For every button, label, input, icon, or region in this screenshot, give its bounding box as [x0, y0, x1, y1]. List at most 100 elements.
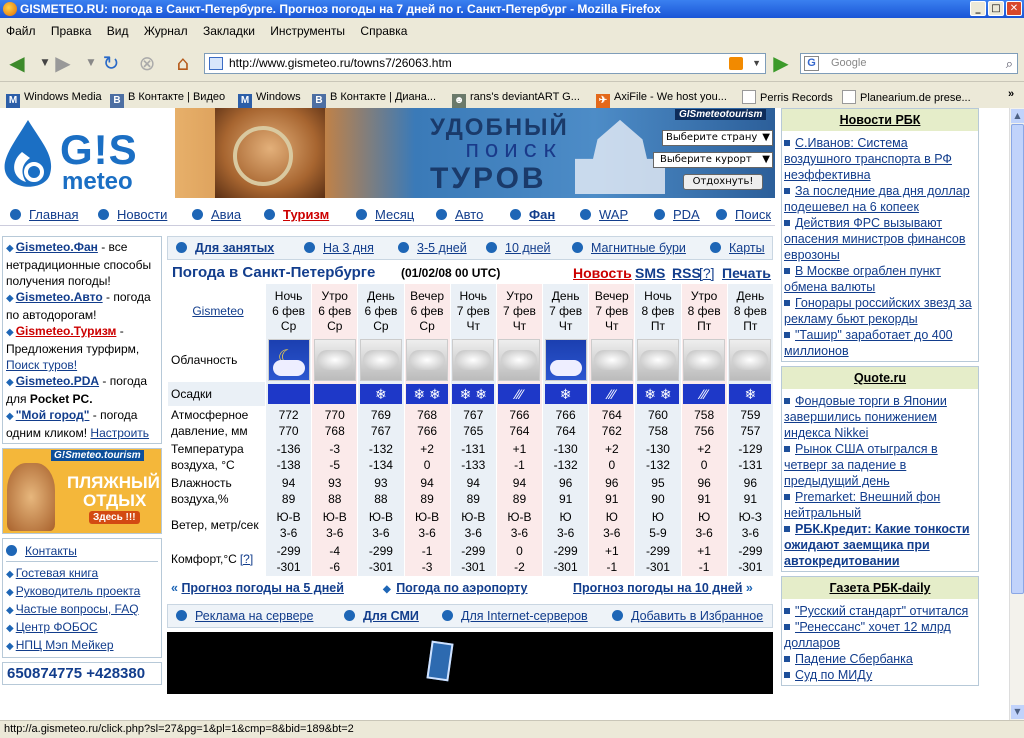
- menu-help[interactable]: Справка: [354, 20, 413, 42]
- close-button[interactable]: ✕: [1006, 1, 1022, 16]
- nav-avia[interactable]: Авиа: [192, 207, 241, 222]
- manager-item[interactable]: ◆ Руководитель проекта: [6, 583, 158, 601]
- news-item[interactable]: РБК.Кредит: Какие тонкости ожидают заемщ…: [784, 521, 976, 569]
- minimize-button[interactable]: _: [970, 1, 986, 16]
- ad-here-button[interactable]: Здесь !!!: [89, 511, 140, 524]
- gismeteo-source-link[interactable]: Gismeteo: [192, 304, 243, 318]
- contacts-link[interactable]: Контакты: [25, 544, 77, 558]
- scroll-up-icon[interactable]: ▲: [1011, 109, 1024, 123]
- beach-ad-banner[interactable]: G!Smeteo.tourism ПЛЯЖНЫЙ ОТДЫХ Здесь !!!: [2, 448, 162, 534]
- bookmark-item[interactable]: ☻ rans's deviantART G...: [452, 90, 580, 108]
- news-item[interactable]: Рынок США отыгрался в четверг за падение…: [784, 441, 976, 489]
- search-magnifier-icon[interactable]: ⌕: [1006, 54, 1013, 73]
- nav-wap[interactable]: WAP: [580, 207, 628, 222]
- nav-busy[interactable]: Для занятых: [176, 241, 274, 255]
- back-arrow-icon[interactable]: ◀: [4, 51, 30, 75]
- guestbook-item[interactable]: ◆ Гостевая книга: [6, 565, 158, 583]
- more-bookmarks-icon[interactable]: »: [1008, 88, 1014, 100]
- nav-month[interactable]: Месяц: [356, 207, 414, 222]
- quote-title[interactable]: Quote.ru: [782, 367, 978, 389]
- scroll-down-icon[interactable]: ▼: [1011, 705, 1024, 719]
- scroll-thumb[interactable]: [1011, 124, 1024, 594]
- menu-tools[interactable]: Инструменты: [264, 20, 351, 42]
- nav-tourism[interactable]: Туризм: [264, 207, 329, 222]
- news-item[interactable]: "Ташир" заработает до 400 миллионов: [784, 327, 976, 359]
- comfort-help-link[interactable]: [?]: [240, 552, 253, 566]
- news-item[interactable]: Суд по МИДу: [784, 667, 976, 683]
- media-link[interactable]: Для СМИ: [344, 609, 419, 623]
- go-vacation-button[interactable]: Отдохнуть!: [683, 174, 763, 190]
- resort-select[interactable]: Выберите курорт ▼: [653, 152, 773, 168]
- news-item[interactable]: Premarket: Внешний фон нейтральный: [784, 489, 976, 521]
- news-item[interactable]: С.Иванов: Система воздушного транспорта …: [784, 135, 976, 183]
- country-select[interactable]: Выберите страну ▼: [662, 130, 773, 146]
- fan-link[interactable]: Gismeteo.Фан: [16, 240, 98, 254]
- nav-maps[interactable]: Карты: [710, 241, 765, 255]
- forward-arrow-icon[interactable]: ▶: [50, 51, 76, 75]
- vertical-scrollbar[interactable]: ▲ ▼: [1009, 108, 1024, 720]
- nav-3days[interactable]: На 3 дня: [304, 241, 374, 255]
- menu-history[interactable]: Журнал: [138, 20, 194, 42]
- maximize-button[interactable]: □: [988, 1, 1004, 16]
- auto-link[interactable]: Gismeteo.Авто: [16, 290, 103, 304]
- tourism-link[interactable]: Gismeteo.Туризм: [16, 324, 117, 338]
- pda-link[interactable]: Gismeteo.PDA: [16, 374, 99, 388]
- search-input[interactable]: G Google ⌕: [800, 53, 1018, 74]
- internet-servers-link[interactable]: Для Internet-серверов: [442, 609, 588, 623]
- setup-link[interactable]: Настроить: [90, 426, 149, 440]
- news-item[interactable]: За последние два дня доллар подешевел на…: [784, 183, 976, 215]
- forecast-10days-link[interactable]: Прогноз погоды на 10 дней »: [573, 581, 753, 595]
- menu-view[interactable]: Вид: [101, 20, 135, 42]
- news-item[interactable]: "Русский стандарт" отчитался: [784, 603, 976, 619]
- tourism-banner[interactable]: УДОБНЫЙ поиск ТУРОВ GISmeteotourism Выбе…: [175, 108, 775, 198]
- sms-link[interactable]: SMS: [635, 265, 665, 281]
- mapmaker-item[interactable]: ◆ НПЦ Мэп Мейкер: [6, 637, 158, 655]
- home-icon[interactable]: ⌂: [170, 51, 196, 75]
- bookmark-item[interactable]: M Windows: [238, 90, 301, 108]
- menu-edit[interactable]: Правка: [45, 20, 98, 42]
- airport-link[interactable]: ◆ Погода по аэропорту: [383, 581, 528, 595]
- bookmark-item[interactable]: BВ Контакте | Диана...: [312, 90, 436, 108]
- stop-icon[interactable]: ⊗: [134, 51, 160, 75]
- nav-search[interactable]: Поиск: [716, 207, 771, 222]
- search-engine-icon[interactable]: G: [804, 56, 819, 71]
- nav-auto[interactable]: Авто: [436, 207, 483, 222]
- nav-pda[interactable]: PDA: [654, 207, 700, 222]
- bookmark-item[interactable]: Planearium.de prese...: [842, 90, 971, 105]
- gismeteo-logo[interactable]: G!S meteo: [0, 108, 174, 198]
- nav-magnetic[interactable]: Магнитные бури: [572, 241, 686, 255]
- nav-fan[interactable]: Фан: [510, 207, 555, 222]
- bottom-ad-banner[interactable]: [167, 632, 773, 694]
- add-favorites-link[interactable]: Добавить в Избранное: [612, 609, 763, 623]
- nav-home[interactable]: Главная: [10, 207, 78, 222]
- bookmark-item[interactable]: BВ Контакте | Видео: [110, 90, 225, 108]
- rss-link[interactable]: RSS: [672, 265, 701, 281]
- news-item[interactable]: Действия ФРС вызывают опасения министров…: [784, 215, 976, 263]
- rss-help-link[interactable]: [?]: [699, 265, 715, 281]
- rss-feed-icon[interactable]: [729, 57, 743, 70]
- news-item[interactable]: В Москве ограблен пункт обмена валюты: [784, 263, 976, 295]
- reload-icon[interactable]: ↻: [98, 51, 124, 75]
- nav-10days[interactable]: 10 дней: [486, 241, 551, 255]
- bookmark-item[interactable]: M Windows Media: [6, 90, 102, 108]
- rbk-daily-title[interactable]: Газета РБК-daily: [782, 577, 978, 599]
- bookmark-item[interactable]: ✈ AxiFile - We host you...: [596, 90, 727, 108]
- my-city-link[interactable]: "Мой город": [16, 408, 90, 422]
- nav-news[interactable]: Новости: [98, 207, 167, 222]
- go-icon[interactable]: ▶: [768, 51, 794, 75]
- ad-server-link[interactable]: Реклама на сервере: [176, 609, 313, 623]
- news-item[interactable]: Падение Сбербанка: [784, 651, 976, 667]
- faq-item[interactable]: ◆ Частые вопросы, FAQ: [6, 601, 158, 619]
- forecast-5days-link[interactable]: « Прогноз погоды на 5 дней: [171, 581, 344, 595]
- news-item[interactable]: Фондовые торги в Японии завершились пони…: [784, 393, 976, 441]
- print-link[interactable]: Печать: [722, 265, 771, 281]
- bookmark-item[interactable]: Perris Records: [742, 90, 833, 105]
- news-link[interactable]: Новость: [573, 265, 632, 281]
- menu-bookmarks[interactable]: Закладки: [197, 20, 261, 42]
- rbk-news-title[interactable]: Новости РБК: [782, 109, 978, 131]
- news-item[interactable]: "Ренессанс" хочет 12 млрд долларов: [784, 619, 976, 651]
- nav-3-5days[interactable]: 3-5 дней: [398, 241, 467, 255]
- url-bar[interactable]: http://www.gismeteo.ru/towns7/26063.htm …: [204, 53, 766, 74]
- url-dropdown-icon[interactable]: ▼: [752, 54, 761, 73]
- fobos-item[interactable]: ◆ Центр ФОБОС: [6, 619, 158, 637]
